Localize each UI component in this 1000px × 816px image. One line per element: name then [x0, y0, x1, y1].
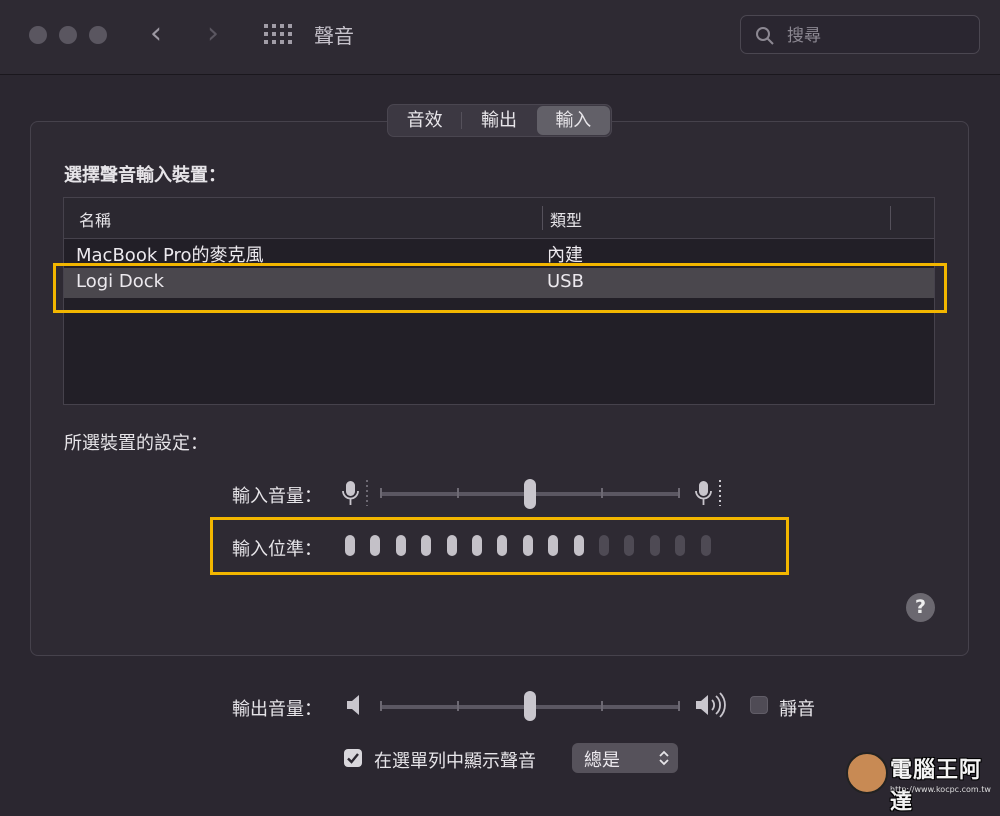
slider-tick — [678, 488, 680, 498]
popup-value: 總是 — [584, 750, 620, 771]
input-level-highlight-box — [210, 517, 789, 575]
input-volume-label: 輸入音量： — [232, 486, 322, 507]
title-bar: ‹ › 聲音 — [0, 0, 1000, 75]
tab-input[interactable]: 輸入 — [536, 106, 610, 135]
device-settings-heading: 所選裝置的設定： — [64, 433, 208, 454]
forward-arrow-icon[interactable]: › — [207, 18, 219, 50]
watermark-text: 電腦王阿達 — [890, 758, 983, 815]
search-input[interactable] — [785, 23, 969, 49]
slider-tick — [678, 701, 680, 711]
back-arrow-icon[interactable]: ‹ — [150, 18, 162, 50]
mute-checkbox[interactable] — [750, 696, 768, 714]
mascot-face-icon — [846, 752, 888, 794]
table-header: 名稱 類型 — [64, 198, 934, 239]
output-volume-label: 輸出音量： — [232, 699, 322, 720]
slider-tick — [457, 488, 459, 498]
tab-bar: 音效 輸出 輸入 — [387, 104, 612, 137]
mic-low-icon — [342, 480, 368, 506]
tab-sound-effects[interactable]: 音效 — [388, 105, 461, 136]
watermark-url: http://www.kocpc.com.tw — [890, 785, 991, 794]
slider-tick — [457, 701, 459, 711]
window-title: 聲音 — [314, 24, 354, 48]
show-in-menubar-checkbox[interactable] — [344, 749, 362, 767]
show-in-menubar-label: 在選單列中顯示聲音 — [374, 751, 536, 772]
show-all-grid-icon[interactable] — [264, 24, 292, 46]
menubar-visibility-popup[interactable]: 總是 — [572, 743, 678, 773]
close-window-button[interactable] — [29, 26, 47, 44]
minimize-window-button[interactable] — [59, 26, 77, 44]
slider-tick — [380, 488, 382, 498]
speaker-low-icon — [347, 695, 359, 715]
output-volume-knob[interactable] — [524, 691, 536, 721]
input-volume-knob[interactable] — [524, 479, 536, 509]
selected-row-highlight-box — [53, 263, 947, 313]
zoom-window-button[interactable] — [89, 26, 107, 44]
watermark-logo: 電腦王阿達 http://www.kocpc.com.tw — [846, 752, 996, 815]
search-icon — [756, 27, 774, 45]
slider-tick — [601, 488, 603, 498]
column-header-name[interactable]: 名稱 — [79, 207, 111, 231]
speaker-high-icon — [696, 692, 726, 718]
slider-tick — [380, 701, 382, 711]
mic-high-icon — [695, 480, 721, 506]
column-header-type[interactable]: 類型 — [550, 207, 582, 231]
help-button[interactable]: ? — [906, 593, 935, 622]
checkmark-icon — [347, 753, 359, 764]
tab-output[interactable]: 輸出 — [462, 105, 535, 136]
search-field[interactable] — [740, 15, 980, 54]
slider-tick — [601, 701, 603, 711]
mute-label: 靜音 — [779, 699, 815, 720]
column-divider[interactable] — [890, 206, 891, 230]
chevron-updown-icon — [659, 750, 669, 766]
column-divider[interactable] — [542, 206, 543, 230]
input-device-heading: 選擇聲音輸入裝置： — [64, 165, 226, 186]
